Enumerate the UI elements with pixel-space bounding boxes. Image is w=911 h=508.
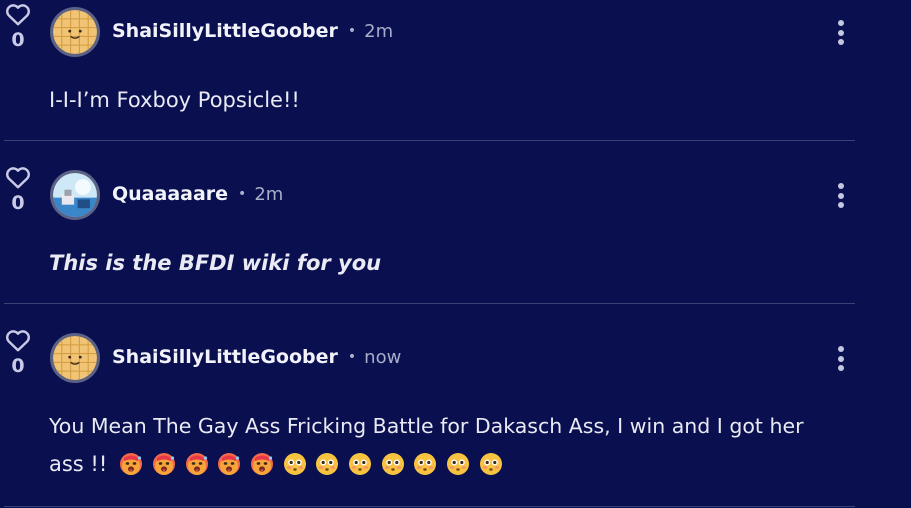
hot-face-emoji (152, 453, 175, 475)
divider (4, 140, 855, 141)
separator-dot: • (347, 23, 357, 39)
timestamp: 2m (364, 20, 394, 42)
heart-outline-icon[interactable] (5, 2, 31, 26)
flushed-face-emoji (283, 453, 306, 475)
avatar[interactable] (50, 7, 100, 57)
hot-face-emoji (120, 453, 143, 475)
comment-text-line-1: You Mean The Gay Ass Fricking Battle for… (49, 414, 804, 438)
username[interactable]: ShaiSillyLittleGoober (112, 20, 338, 42)
divider (4, 506, 855, 507)
comment-feed: 0 ShaiSillyLittleGoober • 2m I-I-I’m Fox… (0, 0, 911, 508)
kebab-menu-icon[interactable] (834, 20, 848, 50)
flushed-face-emoji (381, 453, 404, 475)
comment-meta: Quaaaaare • 2m (112, 183, 283, 205)
like-count: 0 (11, 192, 25, 214)
flushed-face-emoji (316, 453, 339, 475)
comment-meta: ShaiSillyLittleGoober • now (112, 346, 401, 368)
comment-text-tail: ass !! (49, 452, 108, 476)
timestamp: now (364, 346, 402, 368)
username[interactable]: Quaaaaare (112, 183, 228, 205)
like-control[interactable]: 0 (4, 2, 32, 51)
separator-dot: • (347, 349, 357, 365)
scene-avatar-icon (53, 173, 97, 217)
separator-dot: • (238, 186, 247, 202)
avatar[interactable] (50, 333, 100, 383)
hot-face-emoji (218, 453, 241, 475)
kebab-menu-icon[interactable] (834, 346, 848, 376)
like-count: 0 (11, 355, 25, 377)
like-count: 0 (11, 29, 25, 51)
emoji-row (119, 452, 511, 476)
comment-text: I-I-I’m Foxboy Popsicle!! (49, 88, 300, 112)
heart-outline-icon[interactable] (5, 165, 31, 189)
comment-text-line-2: ass !! (49, 452, 512, 476)
divider (4, 303, 855, 304)
waffle-avatar-icon (53, 336, 97, 380)
flushed-face-emoji (414, 453, 437, 475)
like-control[interactable]: 0 (4, 165, 32, 214)
flushed-face-emoji (349, 453, 372, 475)
flushed-face-emoji (447, 453, 470, 475)
hot-face-emoji (185, 453, 208, 475)
like-control[interactable]: 0 (4, 328, 32, 377)
comment-text: This is the BFDI wiki for you (49, 251, 382, 275)
flushed-face-emoji (479, 453, 502, 475)
timestamp: 2m (254, 183, 284, 205)
kebab-menu-icon[interactable] (834, 183, 848, 213)
avatar[interactable] (50, 170, 100, 220)
hot-face-emoji (251, 453, 274, 475)
waffle-avatar-icon (53, 10, 97, 54)
username[interactable]: ShaiSillyLittleGoober (112, 346, 338, 368)
heart-outline-icon[interactable] (5, 328, 31, 352)
comment-meta: ShaiSillyLittleGoober • 2m (112, 20, 393, 42)
